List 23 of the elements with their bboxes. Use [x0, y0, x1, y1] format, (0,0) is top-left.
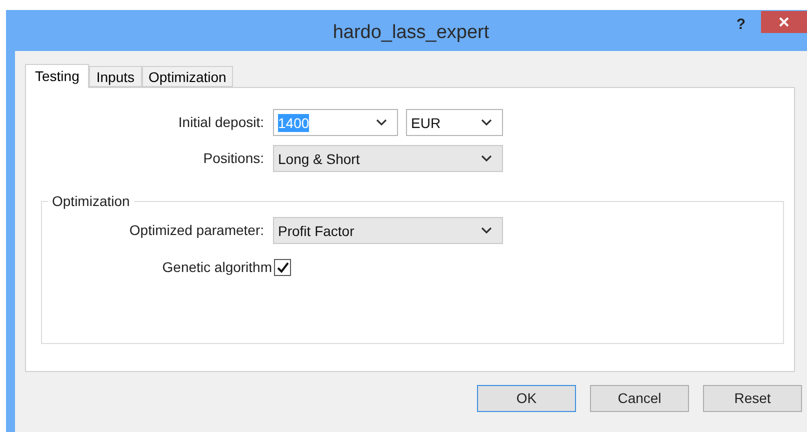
help-button[interactable]: ? — [721, 10, 761, 40]
close-button[interactable] — [761, 10, 807, 32]
dialog-button[interactable]: Cancel — [590, 385, 689, 412]
dialog-button[interactable]: Reset — [703, 385, 802, 412]
genetic-label: Genetic algorithm — [161, 258, 273, 277]
caret-icon — [481, 155, 492, 162]
caret-icon — [481, 227, 492, 234]
parameter-dropdown[interactable]: Profit Factor — [273, 217, 503, 244]
caret-icon — [376, 119, 387, 126]
positions-label: Positions: — [202, 149, 265, 168]
tab[interactable]: Optimization — [142, 66, 234, 87]
parameter-label: Optimized parameter: — [128, 221, 265, 240]
dialog-button[interactable]: OK — [477, 385, 576, 412]
deposit-label: Initial deposit: — [177, 113, 265, 132]
genetic-checkbox[interactable] — [274, 259, 291, 276]
caret-icon — [481, 119, 492, 126]
tab[interactable]: Testing — [25, 64, 90, 88]
close-icon — [779, 16, 789, 26]
tab[interactable]: Inputs — [89, 66, 142, 87]
check-icon — [276, 262, 288, 273]
currency-dropdown[interactable]: EUR — [406, 109, 503, 136]
window-title: hardo_lass_expert — [332, 21, 490, 45]
positions-dropdown[interactable]: Long & Short — [273, 145, 503, 172]
